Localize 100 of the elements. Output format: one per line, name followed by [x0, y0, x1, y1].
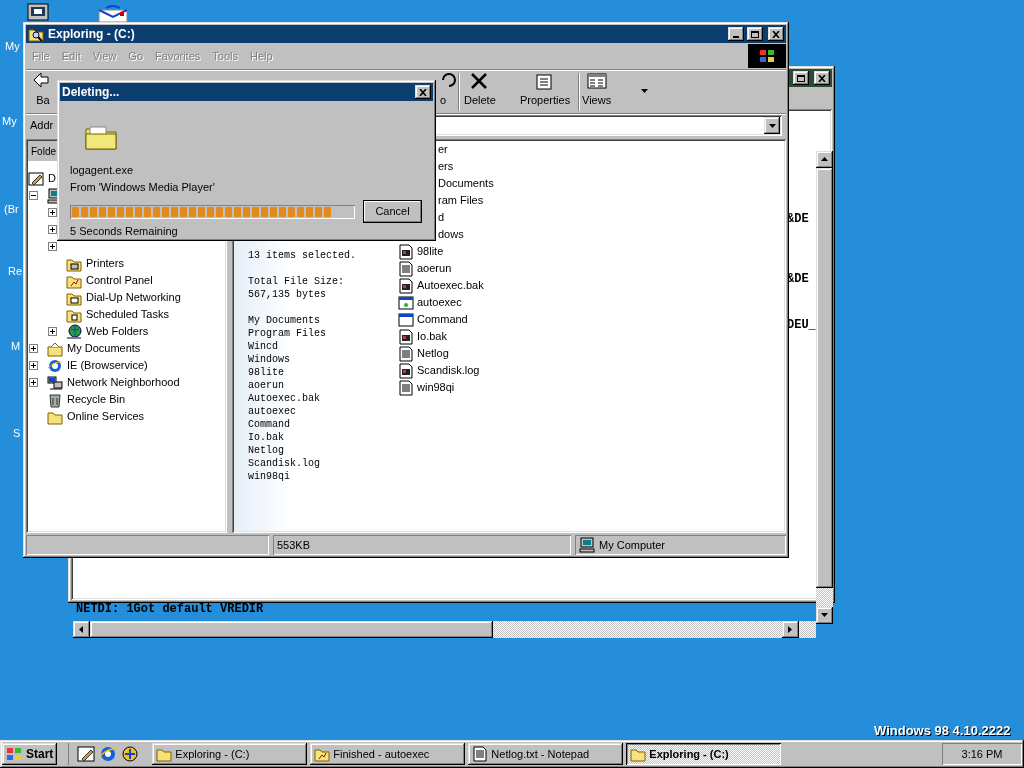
tree-item[interactable]: Recycle Bin — [67, 391, 126, 408]
list-entry[interactable]: Io.bak — [417, 328, 447, 345]
minimize-button[interactable] — [728, 27, 744, 41]
toolbar-button[interactable]: Ba — [29, 70, 57, 110]
close-icon — [772, 30, 780, 38]
scroll-right-button[interactable] — [782, 621, 799, 638]
tree-item[interactable]: IE (Browservice) — [67, 357, 148, 374]
list-entry[interactable]: Autoexec.bak — [417, 277, 484, 294]
status-text: 553KB — [277, 537, 311, 553]
dropdown-caret-icon[interactable] — [641, 89, 648, 93]
window-icon — [398, 311, 414, 328]
dropdown-caret-icon — [768, 123, 776, 128]
clock: 3:16 PM — [961, 746, 1003, 762]
tree-item[interactable]: Web Folders — [86, 323, 149, 340]
list-entry[interactable]: ram Files — [438, 192, 484, 209]
selected-name: Io.bak — [248, 431, 285, 444]
plus-icon — [49, 209, 56, 216]
maximize-icon — [797, 74, 805, 82]
selected-name: Program Files — [248, 327, 327, 340]
tree-item[interactable]: Printers — [86, 255, 124, 272]
scroll-up-button[interactable] — [816, 151, 833, 168]
icon-label[interactable]: (Br — [4, 201, 19, 218]
scroll-down-button[interactable] — [816, 607, 833, 624]
expander-box[interactable] — [29, 344, 38, 353]
start-button[interactable]: Start — [2, 743, 58, 765]
selected-name: aoerun — [248, 379, 285, 392]
plus-icon — [30, 345, 37, 352]
list-entry[interactable]: Documents — [438, 175, 494, 192]
icon-label[interactable]: My — [2, 113, 17, 130]
toolbar-button[interactable]: Properties — [516, 70, 575, 110]
list-entry[interactable]: er — [438, 141, 448, 158]
list-entry[interactable]: win98qi — [417, 379, 455, 396]
list-entry[interactable]: d — [438, 209, 445, 226]
globe-icon — [47, 357, 63, 374]
size-value: 567,135 bytes — [248, 288, 327, 301]
list-entry[interactable]: Netlog — [417, 345, 449, 362]
globe-icon[interactable] — [99, 745, 118, 763]
tree-item[interactable]: Control Panel — [86, 272, 153, 289]
list-entry[interactable]: autoexec — [417, 294, 462, 311]
network-computers-icon — [47, 374, 63, 391]
expander-box[interactable] — [48, 242, 57, 251]
selected-name: Wincd — [248, 340, 279, 353]
toolbar-button[interactable]: Delete — [460, 70, 500, 110]
close-button[interactable] — [415, 85, 431, 99]
icon-label[interactable]: S — [13, 425, 21, 442]
expander-box[interactable] — [48, 327, 57, 336]
list-entry[interactable]: dows — [438, 226, 464, 243]
icon-label[interactable]: Re — [8, 263, 23, 280]
envelope-icon — [98, 5, 128, 22]
list-entry[interactable]: Command — [417, 311, 468, 328]
tree-item[interactable]: D — [48, 170, 56, 187]
settings-file-icon — [398, 294, 414, 311]
size-label: Total File Size: — [248, 275, 345, 288]
selected-name: 98lite — [248, 366, 285, 379]
dropdown-button[interactable] — [764, 117, 780, 134]
taskbar-button[interactable]: Exploring - (C:) — [152, 743, 308, 765]
taskbar-button[interactable]: Exploring - (C:) — [626, 743, 782, 765]
selected-name: Windows — [248, 353, 291, 366]
tree-item[interactable]: Dial-Up Networking — [86, 289, 181, 306]
selected-name: Scandisk.log — [248, 457, 321, 470]
minus-icon — [30, 192, 37, 199]
toolbar-button[interactable]: Views — [578, 70, 616, 110]
taskbar-button[interactable]: Finished - autoexec — [310, 743, 466, 765]
plus-icon — [30, 379, 37, 386]
tree-item[interactable]: My Documents — [67, 340, 141, 357]
list-entry[interactable]: ers — [438, 158, 454, 175]
folder-icon — [156, 746, 173, 762]
folder-icon — [630, 746, 647, 762]
close-button[interactable] — [814, 71, 830, 85]
icon-label[interactable]: M — [11, 338, 21, 355]
address-label: Addr — [30, 118, 54, 134]
expander-box[interactable] — [29, 378, 38, 387]
taskbar-button[interactable]: Netlog.txt - Notepad — [468, 743, 624, 765]
list-entry[interactable]: 98lite — [417, 243, 444, 260]
program-file-icon — [398, 243, 414, 260]
list-entry[interactable]: aoerun — [417, 260, 452, 277]
expander-box[interactable] — [29, 361, 38, 370]
expander-box[interactable] — [29, 191, 38, 200]
icon-label[interactable]: My — [5, 38, 20, 55]
control-panel-folder-icon — [314, 746, 331, 762]
channels-icon[interactable] — [121, 745, 140, 763]
views-icon — [586, 71, 607, 90]
scroll-left-button[interactable] — [73, 621, 90, 638]
maximize-button[interactable] — [747, 27, 763, 41]
tree-item[interactable]: Network Neighborhood — [67, 374, 180, 391]
desktop-icon[interactable] — [77, 745, 96, 763]
maximize-button[interactable] — [793, 71, 809, 85]
horizontal-scrollbar[interactable] — [73, 621, 816, 638]
tree-item[interactable]: Online Services — [67, 408, 145, 425]
tree-item[interactable]: Scheduled Tasks — [86, 306, 169, 323]
text-file-icon — [398, 260, 414, 277]
list-entry[interactable]: Scandisk.log — [417, 362, 480, 379]
computer-icon — [579, 537, 595, 553]
selected-name: win98qi — [248, 470, 291, 483]
cancel-button[interactable]: Cancel — [363, 200, 422, 223]
close-icon — [818, 74, 826, 82]
pane-title: Folde — [31, 144, 56, 159]
right-arrow-icon — [788, 626, 792, 633]
close-button[interactable] — [768, 27, 784, 41]
scroll-thumb[interactable] — [90, 621, 493, 638]
